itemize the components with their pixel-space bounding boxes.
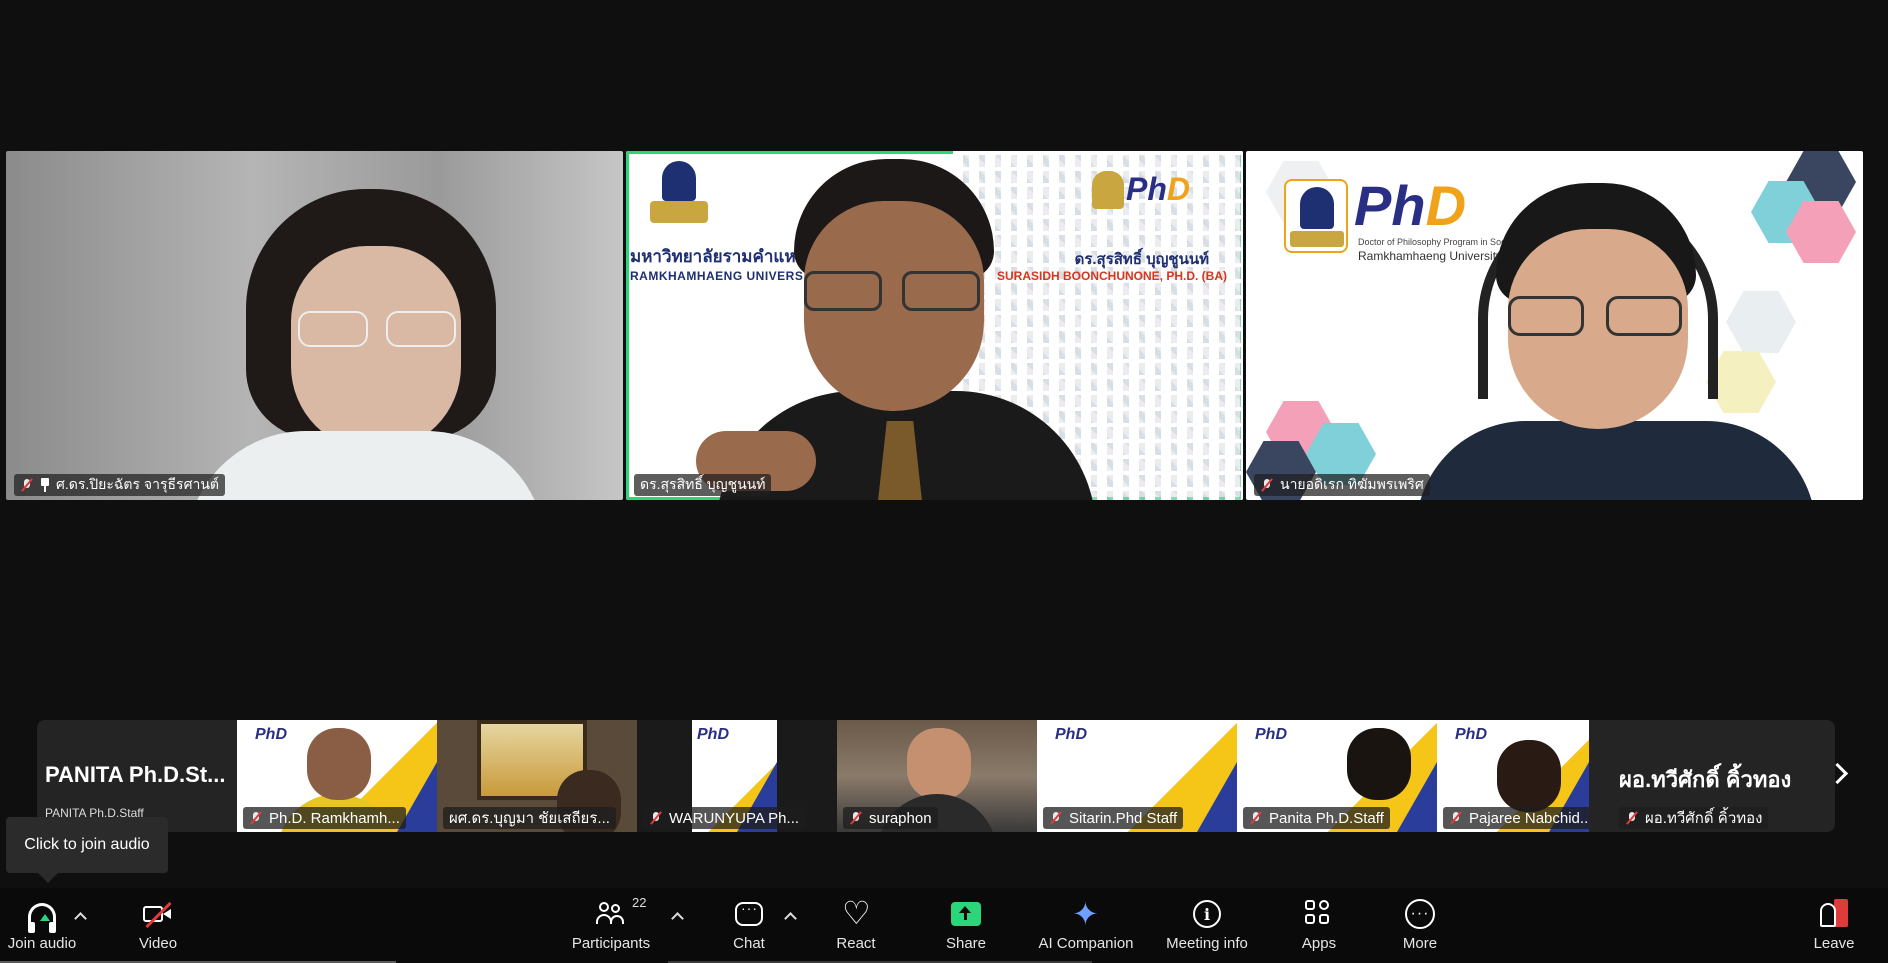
background-speaker-thai: ดร.สุรสิทธิ์ บุญชูนนท์ (1074, 251, 1209, 268)
participant-video (907, 728, 971, 800)
phd-logo: PhD (1455, 726, 1487, 743)
chat-chevron-up-icon[interactable] (786, 914, 795, 923)
video-tile-3[interactable]: PhD Doctor of Philosophy Program in Soci… (1246, 151, 1863, 500)
participant-name-tag: ดร.สุรสิทธิ์ บุญชูนนท์ (634, 474, 772, 496)
participants-icon (596, 902, 626, 926)
mic-muted-icon (1260, 478, 1274, 492)
video-off-icon (143, 901, 173, 929)
mic-muted-icon (249, 811, 263, 825)
participant-big-name: ผอ.ทวีศักดิ์ คิ้วทอง (1619, 767, 1792, 792)
logo-university: Ramkhamhaeng University (1358, 249, 1503, 263)
phd-logo: PhD (1126, 171, 1190, 207)
participant-name-tag: นายอดิเรก ทิฆัมพรเพริศ (1254, 474, 1430, 496)
headphones-icon (28, 903, 56, 933)
university-seal-icon (650, 161, 708, 229)
thumbnail-tile[interactable]: PhD Pajaree Nabchid... (1437, 720, 1589, 832)
university-seal-icon (1284, 179, 1348, 253)
participant-name: ศ.ดร.ปิยะฉัตร จารุธีรศานต์ (56, 476, 219, 492)
participant-big-name: PANITA Ph.D.St... (45, 762, 226, 787)
chevron-right-icon[interactable] (1830, 762, 1844, 788)
main-gallery: ศ.ดร.ปิยะฉัตร จารุธีรศานต์ มหาวิทยาลัยรา… (6, 151, 1863, 500)
apps-button[interactable]: Apps (1298, 888, 1340, 963)
thumbnail-tile[interactable]: PANITA Ph.D.St... PANITA Ph.D.Staff (37, 720, 237, 832)
participant-name: นายอดิเรก ทิฆัมพรเพริศ (1280, 476, 1424, 492)
info-icon: i (1193, 900, 1221, 928)
participant-name-tag: Ph.D. Ramkhamh... (243, 807, 406, 829)
participant-video (1497, 740, 1561, 812)
mic-muted-icon (1049, 811, 1063, 825)
audio-options-chevron-up-icon[interactable] (76, 914, 85, 923)
join-audio-tooltip: Click to join audio (6, 817, 168, 873)
participant-name: ดร.สุรสิทธิ์ บุญชูนนท์ (640, 476, 766, 492)
video-tile-2-active-speaker[interactable]: มหาวิทยาลัยรามคำแหง RAMKHAMHAENG UNIVERS… (626, 151, 1243, 500)
participant-video (307, 728, 371, 800)
mic-muted-icon (20, 478, 34, 492)
ai-companion-sparkle-icon (1071, 895, 1101, 933)
participants-count: 22 (632, 895, 647, 910)
participant-name-tag: ผศ.ดร.บุญมา ชัยเสถียร... (443, 807, 616, 829)
apps-icon (1305, 900, 1333, 928)
phd-seal-icon (1092, 171, 1124, 209)
thumbnail-tile[interactable]: PhD Sitarin.Phd Staff (1037, 720, 1237, 832)
thumbnail-tile[interactable]: PhD Ph.D. Ramkhamh... (237, 720, 437, 832)
share-screen-icon (951, 902, 981, 926)
mic-muted-icon (1449, 811, 1463, 825)
more-button[interactable]: ··· More (1398, 888, 1442, 963)
mic-muted-icon (1625, 811, 1639, 825)
video-button[interactable]: Video (130, 888, 186, 963)
mic-muted-icon (849, 811, 863, 825)
thumbnail-tile[interactable]: PhD WARUNYUPA Ph... (637, 720, 837, 832)
meeting-info-button[interactable]: i Meeting info (1160, 888, 1254, 963)
thumbnail-tile[interactable]: PhD Panita Ph.D.Staff (1237, 720, 1437, 832)
participant-video (1416, 421, 1816, 500)
leave-icon (1820, 899, 1848, 929)
mic-muted-icon (1249, 811, 1263, 825)
zoom-meeting-window: ศ.ดร.ปิยะฉัตร จารุธีรศานต์ มหาวิทยาลัยรา… (0, 0, 1888, 963)
participant-name-tag: WARUNYUPA Ph... (643, 807, 806, 829)
leave-button[interactable]: Leave (1810, 888, 1858, 963)
participants-button[interactable]: 22 Participants (565, 888, 657, 963)
participant-name-tag: Pajaree Nabchid... (1443, 807, 1589, 829)
background-university-thai: มหาวิทยาลัยรามคำแหง (630, 247, 804, 266)
participants-chevron-up-icon[interactable] (673, 914, 682, 923)
phd-logo: PhD (1255, 726, 1287, 743)
video-tile-1[interactable]: ศ.ดร.ปิยะฉัตร จารุธีรศานต์ (6, 151, 623, 500)
participant-thumbnail-strip: PANITA Ph.D.St... PANITA Ph.D.Staff PhD … (37, 720, 1835, 832)
chat-button[interactable]: Chat (728, 888, 770, 963)
phd-logo: PhD (1354, 174, 1467, 237)
participant-name-tag: ศ.ดร.ปิยะฉัตร จารุธีรศานต์ (14, 474, 225, 496)
react-button[interactable]: React (832, 888, 880, 963)
more-icon: ··· (1405, 899, 1435, 929)
participant-name-tag: ผอ.ทวีศักดิ์ คิ้วทอง (1619, 807, 1769, 829)
background-university-english: RAMKHAMHAENG UNIVERS (630, 269, 804, 283)
join-audio-button[interactable]: Join audio (0, 888, 84, 963)
participant-name-tag: Panita Ph.D.Staff (1243, 807, 1390, 829)
thumbnail-tile[interactable]: suraphon (837, 720, 1037, 832)
phd-logo: PhD (255, 726, 287, 743)
phd-logo: PhD (697, 726, 729, 743)
participant-video (1347, 728, 1411, 800)
participant-name-tag: Sitarin.Phd Staff (1043, 807, 1184, 829)
chat-icon (735, 900, 763, 926)
background-speaker-english: SURASIDH BOONCHUNONE, PH.D. (BA) (996, 269, 1227, 283)
participant-name-tag: suraphon (843, 807, 938, 829)
meeting-toolbar: Join audio Video 22 Participants Chat Re… (0, 888, 1888, 963)
mic-muted-icon (649, 811, 663, 825)
thumbnail-tile[interactable]: ผศ.ดร.บุญมา ชัยเสถียร... (437, 720, 637, 832)
pin-icon (40, 478, 50, 492)
thumbnail-tile[interactable]: ผอ.ทวีศักดิ์ คิ้วทอง ผอ.ทวีศักดิ์ คิ้วทอ… (1589, 720, 1815, 832)
phd-logo: PhD (1055, 726, 1087, 743)
share-button[interactable]: Share (940, 888, 992, 963)
ai-companion-button[interactable]: AI Companion (1036, 888, 1136, 963)
react-heart-icon (842, 894, 871, 932)
